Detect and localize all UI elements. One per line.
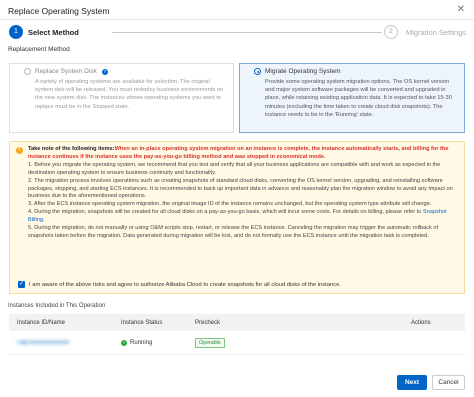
col-instance-id: Instance ID/Name — [17, 319, 66, 326]
option-replace-system-disk-label: Replace System Disk — [35, 68, 97, 75]
step-divider — [112, 32, 382, 33]
replacement-method-label: Replacement Method — [8, 46, 70, 53]
table-row: i-bp1xxxxxxxxxxxxx ✓ Running Operable — [9, 331, 465, 355]
step-indicator: 1 Select Method 2 Migration Settings — [0, 22, 474, 42]
instance-status: ✓ Running — [121, 339, 195, 346]
option-migrate-os-label: Migrate Operating System — [265, 68, 341, 75]
agree-text: I am aware of the above risks and agree … — [29, 281, 341, 288]
notice-item-1: 1. Before you migrate the operating syst… — [28, 161, 441, 176]
close-icon[interactable]: ✕ — [457, 4, 465, 16]
option-replace-system-disk-desc: A variety of operating systems are avail… — [35, 79, 224, 110]
notice-item-5: 5. During the migration, do not manually… — [28, 225, 439, 239]
dialog-title: Replace Operating System — [8, 6, 110, 16]
col-actions: Actions — [411, 319, 431, 326]
precheck-badge: Operable — [195, 337, 225, 348]
step-1-label: Select Method — [28, 28, 79, 37]
help-icon[interactable]: ? — [101, 68, 108, 75]
check-circle-icon: ✓ — [121, 339, 127, 346]
col-precheck: Precheck — [195, 319, 221, 326]
notice-item-3: 3. After the ECS instance operating syst… — [28, 201, 432, 208]
instance-status-text: Running — [130, 339, 153, 346]
cancel-button[interactable]: Cancel — [432, 375, 465, 390]
warning-notice: ! Take note of the following items:When … — [9, 141, 465, 294]
notice-lead: Take note of the following items: — [28, 146, 115, 152]
col-instance-status: Instance Status — [121, 319, 163, 326]
step-2-number: 2 — [384, 25, 398, 39]
instance-id-link[interactable]: i-bp1xxxxxxxxxxxxx — [17, 340, 69, 346]
notice-item-2: 2. The migration process involves operat… — [28, 177, 453, 200]
option-migrate-os-desc: Provide some operating system migration … — [265, 79, 452, 118]
agree-checkbox-row[interactable]: ✓ I am aware of the above risks and agre… — [18, 281, 341, 288]
table-header: Instance ID/Name Instance Status Prechec… — [9, 314, 465, 331]
instances-table: Instance ID/Name Instance Status Prechec… — [9, 314, 465, 355]
option-migrate-os[interactable]: Migrate Operating System Provide some op… — [239, 63, 465, 133]
notice-item-4: 4. During the migration, snapshots will … — [28, 209, 422, 216]
dialog-header: Replace Operating System ✕ — [0, 0, 474, 20]
radio-replace-system-disk[interactable] — [24, 68, 31, 75]
agree-checkbox[interactable]: ✓ — [18, 281, 25, 288]
warning-icon: ! — [16, 147, 23, 154]
option-replace-system-disk[interactable]: Replace System Disk ? A variety of opera… — [9, 63, 234, 133]
next-button[interactable]: Next — [397, 375, 427, 390]
step-2-label: Migration Settings — [405, 28, 466, 37]
step-1-number: 1 — [9, 25, 23, 39]
radio-migrate-os[interactable] — [254, 68, 261, 75]
instances-label: Instances Included in This Operation — [8, 303, 106, 309]
